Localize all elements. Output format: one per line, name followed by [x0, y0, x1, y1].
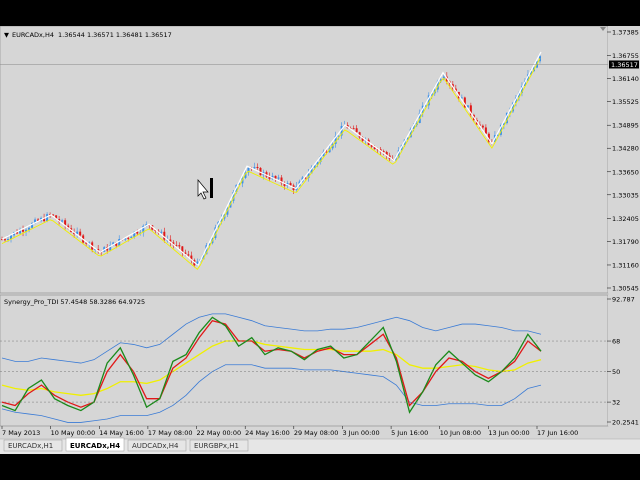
- price-panel: [0, 26, 609, 294]
- time-tick-label: 7 May 2013: [2, 429, 40, 437]
- time-tick-label: 10 Jun 08:00: [440, 429, 481, 437]
- candle-body: [352, 128, 355, 130]
- time-tick-label: 13 Jun 00:00: [488, 429, 529, 437]
- price-tick-label: 1.37385: [612, 29, 639, 37]
- price-tick-label: 1.36755: [612, 52, 639, 60]
- candle-body: [178, 245, 181, 247]
- indicator-tick-label: 50: [612, 368, 620, 376]
- candle-body: [22, 229, 25, 232]
- time-tick-label: 22 May 00:00: [197, 429, 242, 437]
- time-tick-label: 14 May 16:00: [99, 429, 144, 437]
- price-tick-label: 1.32405: [612, 215, 639, 223]
- price-tick-label: 1.31160: [612, 261, 639, 269]
- indicator-tick-label: 20.2541: [612, 419, 639, 427]
- time-tick-label: 17 Jun 16:00: [537, 429, 578, 437]
- indicator-tick-label: 92.787: [612, 296, 635, 304]
- candle-body: [481, 125, 484, 128]
- chart-header-arrow: ▼: [4, 31, 9, 39]
- indicator-tick-label: 68: [612, 338, 620, 346]
- indicator-tick-label: 32: [612, 399, 620, 407]
- indicator-header: Synergy_Pro_TDI 57.4548 58.3286 64.9725: [4, 298, 145, 306]
- candle-body: [253, 166, 256, 169]
- price-tick-label: 1.33035: [612, 191, 639, 199]
- candle-body: [79, 231, 82, 236]
- candle-body: [256, 166, 259, 168]
- tab-label[interactable]: EURCADx,H4: [70, 442, 120, 450]
- chart-window: 1.37385 1.36755 1.36140 1.35525 1.34895 1.342…: [0, 26, 640, 454]
- candle-body: [355, 128, 358, 133]
- time-tick-label: 3 Jun 00:00: [342, 429, 379, 437]
- candle-body: [187, 254, 190, 256]
- candle-body: [136, 231, 139, 234]
- candle-body: [160, 231, 163, 233]
- candle-body: [277, 177, 280, 179]
- tab-label[interactable]: EURCADx,H1: [8, 442, 53, 450]
- candle-body: [118, 239, 121, 246]
- time-ticks-group: 7 May 2013 10 May 00:00 14 May 16:00 17 May…: [1, 426, 578, 437]
- price-tick-label: 1.31790: [612, 238, 639, 246]
- candle-body: [61, 220, 64, 222]
- candle-body: [274, 175, 277, 179]
- candle-body: [4, 239, 7, 241]
- candle-body: [289, 183, 292, 186]
- time-tick-label: 5 Jun 16:00: [391, 429, 428, 437]
- price-tick-label: 1.34280: [612, 145, 639, 153]
- candle-body: [130, 236, 133, 238]
- price-tick-label: 1.33650: [612, 168, 639, 176]
- chart-symbol: EURCADx,H4: [12, 31, 54, 39]
- time-tick-label: 24 May 16:00: [245, 429, 290, 437]
- price-tick-label: 1.36140: [612, 75, 639, 83]
- price-tick-label: 1.35525: [612, 98, 639, 106]
- current-price-label: 1.36517: [611, 61, 638, 69]
- tab-label[interactable]: AUDCADx,H4: [132, 442, 179, 450]
- time-tick-label: 29 May 08:00: [294, 429, 339, 437]
- chart-svg[interactable]: 1.37385 1.36755 1.36140 1.35525 1.34895 1.342…: [0, 26, 640, 454]
- time-tick-label: 10 May 00:00: [51, 429, 96, 437]
- price-tick-label: 1.30545: [612, 285, 639, 293]
- time-tick-label: 17 May 08:00: [148, 429, 193, 437]
- candle-body: [127, 237, 130, 239]
- tab-label[interactable]: EURGBPx,H1: [194, 442, 239, 450]
- price-tick-label: 1.34895: [612, 122, 639, 130]
- chart-ohlc: 1.36544 1.36571 1.36481 1.36517: [58, 31, 172, 39]
